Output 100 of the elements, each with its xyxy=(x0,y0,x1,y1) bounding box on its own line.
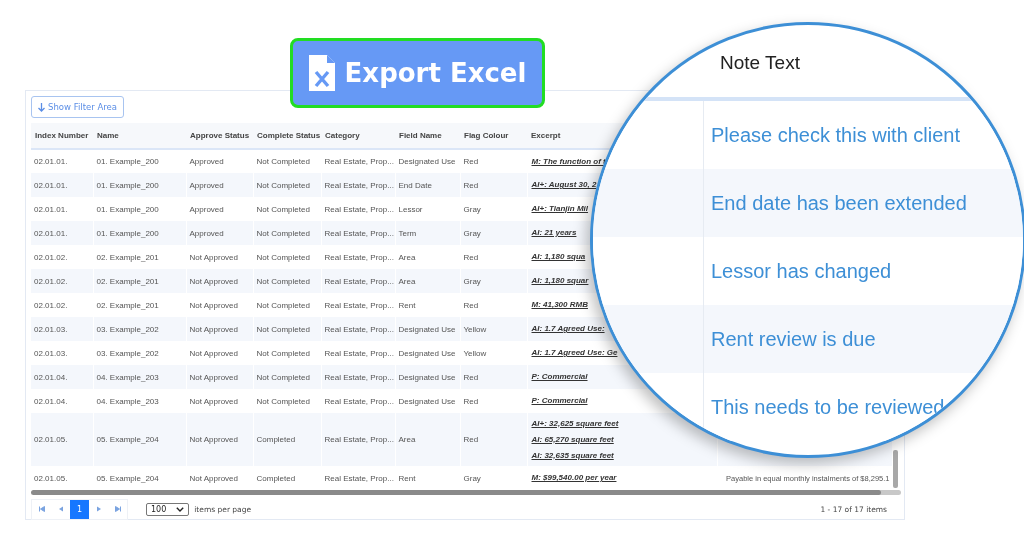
excerpt-link[interactable]: AI+: 32,625 square feet xyxy=(531,418,619,428)
table-cell: Not Approved xyxy=(189,252,238,262)
column-header[interactable]: Index Number xyxy=(35,131,89,140)
table-cell: 05. Example_204 xyxy=(96,435,159,444)
table-cell: Real Estate, Prop... xyxy=(324,204,394,214)
table-cell: Not Approved xyxy=(189,435,238,444)
table-cell: Not Completed xyxy=(256,300,310,310)
excerpt-link[interactable]: AI: 1,180 squar xyxy=(531,276,589,285)
caret-icon xyxy=(176,506,185,512)
page-size-select[interactable]: 100 xyxy=(146,502,190,516)
column-header[interactable]: Flag Colour xyxy=(464,131,509,140)
note-text: Please check this with client xyxy=(711,123,960,147)
column-header[interactable]: Name xyxy=(97,131,119,140)
table-cell: Designated Use xyxy=(398,396,456,406)
table-cell: Red xyxy=(463,435,479,444)
note-text: End date has been extended xyxy=(711,191,967,215)
table-cell: Red xyxy=(463,396,479,406)
table-cell: 02.01.01. xyxy=(34,228,68,238)
down-arrow-icon xyxy=(38,102,45,112)
table-cell: 02.01.02. xyxy=(34,252,68,262)
vertical-scrollbar[interactable] xyxy=(892,450,898,488)
table-cell: Not Completed xyxy=(256,252,310,262)
column-header[interactable]: Category xyxy=(325,131,360,140)
excerpt-link[interactable]: AI: 32,635 square feet xyxy=(531,450,614,460)
table-cell: Term xyxy=(398,228,417,238)
excerpt-link[interactable]: AI: 1.7 Agreed Use: Ge xyxy=(531,348,618,357)
table-cell: 02.01.02. xyxy=(34,276,68,286)
table-cell: 02.01.05. xyxy=(34,435,68,444)
table-cell: Not Completed xyxy=(256,157,310,166)
table-cell: Not Completed xyxy=(256,324,310,334)
excerpt-link[interactable]: P: Commercial xyxy=(531,396,588,405)
table-cell: Gray xyxy=(463,204,481,214)
table-cell: Not Completed xyxy=(256,348,310,358)
table-cell: Real Estate, Prop... xyxy=(324,300,394,310)
table-cell: 03. Example_202 xyxy=(96,348,159,358)
table-cell: Gray xyxy=(463,228,481,238)
table-cell: Area xyxy=(398,252,416,262)
column-header[interactable]: Field Name xyxy=(399,131,442,140)
table-cell: Not Approved xyxy=(189,324,238,334)
excerpt-link[interactable]: AI: 65,270 square feet xyxy=(531,434,614,444)
excerpt-link[interactable]: AI: 21 years xyxy=(531,228,577,237)
excerpt-link[interactable]: AI+: Tianjin Mil xyxy=(531,204,589,213)
table-cell: 04. Example_203 xyxy=(96,396,159,406)
table-cell: Approved xyxy=(189,204,224,214)
table-cell: Area xyxy=(398,276,416,286)
excerpt-link[interactable]: P: Commercial xyxy=(531,372,588,381)
table-cell: 02.01.04. xyxy=(34,372,68,382)
table-cell: Not Completed xyxy=(256,396,310,406)
table-cell: Designated Use xyxy=(398,324,456,334)
table-cell: Approved xyxy=(189,228,224,238)
table-cell: Designated Use xyxy=(398,372,456,382)
table-cell: 02. Example_201 xyxy=(96,252,159,262)
table-cell: Approved xyxy=(189,180,224,190)
table-cell: 02.01.03. xyxy=(34,348,68,358)
table-cell: 02.01.01. xyxy=(34,157,68,166)
table-cell: End Date xyxy=(398,180,432,190)
table-cell: 02.01.02. xyxy=(34,300,68,310)
table-cell: Not Approved xyxy=(189,473,238,483)
note-text: Rent review is due xyxy=(711,327,876,351)
excerpt-link[interactable]: M: 41,300 RMB xyxy=(531,300,588,309)
table-cell: Not Approved xyxy=(189,300,238,310)
table-cell: 04. Example_203 xyxy=(96,372,159,382)
table-cell: Completed xyxy=(256,435,296,444)
table-cell: Completed xyxy=(256,473,296,483)
table-cell: Rent xyxy=(398,300,416,310)
table-cell: 01. Example_200 xyxy=(96,204,159,214)
table-cell: 02.01.01. xyxy=(34,180,68,190)
table-cell: Designated Use xyxy=(398,157,456,166)
column-header[interactable]: Excerpt xyxy=(531,131,561,140)
table-cell: Approved xyxy=(189,157,224,166)
column-header[interactable]: Complete Status xyxy=(257,131,321,140)
table-cell: Lessor xyxy=(398,204,423,214)
table-cell: Red xyxy=(463,157,479,166)
table-cell: Real Estate, Prop... xyxy=(324,348,394,358)
table-cell: Real Estate, Prop... xyxy=(324,157,394,166)
table-cell: Red xyxy=(463,372,479,382)
excel-file-icon xyxy=(308,55,335,91)
last-page-icon xyxy=(114,506,121,512)
page-button[interactable]: 1 xyxy=(70,499,89,519)
excerpt-link[interactable]: AI: 1,180 squa xyxy=(531,252,586,261)
next-icon xyxy=(95,506,102,512)
table-cell: Not Completed xyxy=(256,204,310,214)
table-cell: Not Approved xyxy=(189,348,238,358)
table-cell: 02.01.04. xyxy=(34,396,68,406)
table-cell: 02. Example_201 xyxy=(96,300,159,310)
column-header: Note Text xyxy=(720,52,800,74)
table-cell: Red xyxy=(463,180,479,190)
table-cell: 02.01.01. xyxy=(34,204,68,214)
excerpt-link[interactable]: AI: 1.7 Agreed Use: xyxy=(531,324,605,333)
previous-icon xyxy=(57,506,64,512)
excerpt-link[interactable]: M: $99,540.00 per year xyxy=(531,473,617,482)
table-cell: Real Estate, Prop... xyxy=(324,252,394,262)
column-header[interactable]: Approve Status xyxy=(190,131,250,140)
table-cell: Gray xyxy=(463,276,481,286)
excerpt-link[interactable]: AI+: August 30, 2 xyxy=(531,180,597,189)
table-cell: Not Approved xyxy=(189,276,238,286)
table-cell: Not Approved xyxy=(189,396,238,406)
table-cell: Yellow xyxy=(463,348,487,358)
table-cell: Not Completed xyxy=(256,228,310,238)
table-cell: Real Estate, Prop... xyxy=(324,396,394,406)
